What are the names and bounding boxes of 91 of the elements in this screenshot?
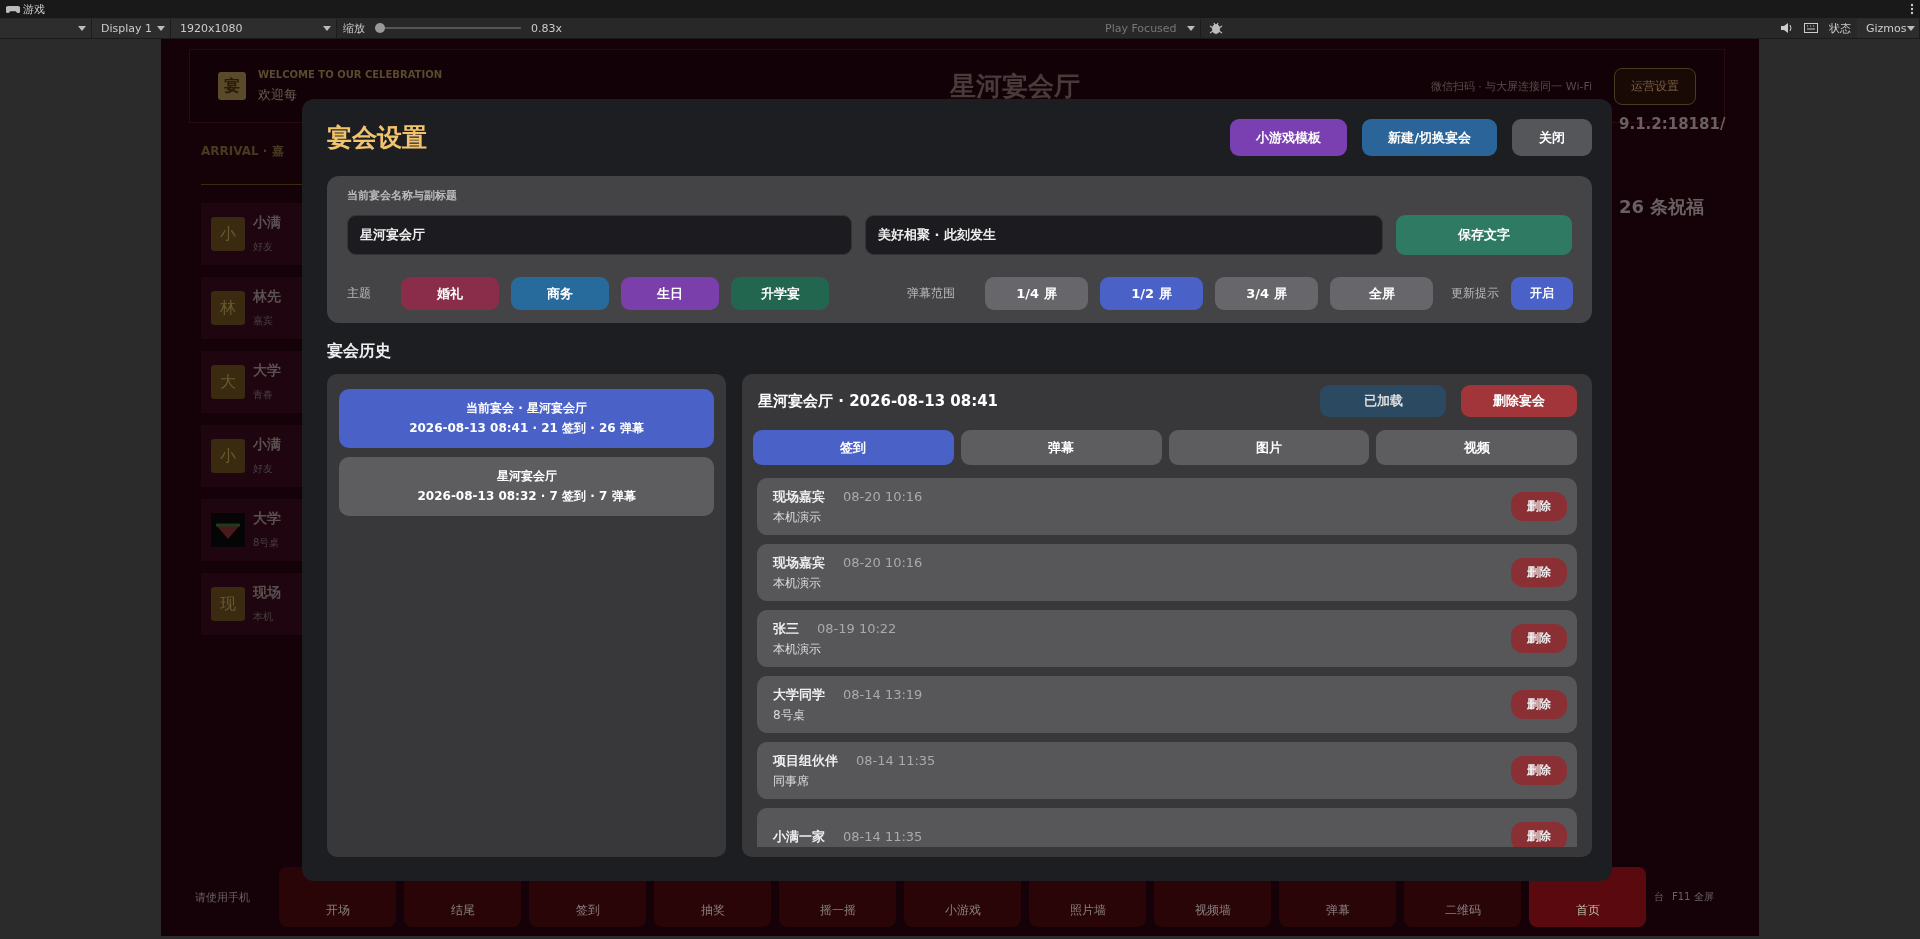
keyboard-icon[interactable]: [1804, 22, 1818, 34]
save-button[interactable]: 保存文字: [1396, 215, 1572, 255]
delete-button[interactable]: 删除: [1511, 558, 1567, 587]
detail-tab[interactable]: 签到: [753, 430, 954, 465]
record-name: 现场嘉宾: [773, 553, 825, 572]
history-item-title: 星河宴会厅: [496, 468, 557, 485]
history-title: 宴会历史: [327, 341, 392, 362]
play-mode-dropdown[interactable]: Play Focused: [1096, 18, 1201, 38]
history-item[interactable]: 当前宴会 · 星河宴会厅 2026-08-13 08:41 · 21 签到 · 26 弹幕: [339, 389, 714, 448]
record-name: 大学同学: [773, 685, 825, 704]
delete-event-button[interactable]: 删除宴会: [1461, 385, 1577, 417]
history-item-title: 当前宴会 · 星河宴会厅: [466, 400, 587, 417]
range-option[interactable]: 1/4 屏: [985, 277, 1088, 310]
detail-tab[interactable]: 图片: [1168, 430, 1370, 465]
footer-note: 台: [1654, 890, 1664, 904]
zoom-label: 缩放: [342, 20, 366, 36]
record-time: 08-14 11:35: [843, 828, 923, 844]
history-item-meta: 2026-08-13 08:32 · 7 签到 · 7 弹幕: [417, 488, 636, 505]
caret-icon: [78, 25, 86, 31]
ops-settings-button[interactable]: 运营设置: [1614, 67, 1696, 105]
section-label: 当前宴会名称与副标题: [347, 188, 458, 203]
subtitle-input[interactable]: 美好相聚 · 此刻发生: [865, 215, 1383, 255]
delete-button[interactable]: 删除: [1511, 690, 1567, 719]
record-name: 项目组伙伴: [773, 751, 838, 770]
record-time: 08-14 11:35: [856, 752, 936, 768]
history-item-meta: 2026-08-13 08:41 · 21 签到 · 26 弹幕: [409, 420, 644, 437]
speaker-icon[interactable]: [1780, 22, 1794, 34]
detail-tab[interactable]: 视频: [1376, 430, 1577, 465]
wishes-count: 26 条祝福: [1619, 195, 1705, 219]
caret-icon: [1906, 25, 1915, 31]
resolution-dropdown[interactable]: 1920x1080: [171, 18, 337, 38]
record-time: 08-20 10:16: [843, 554, 923, 570]
record-time: 08-14 13:19: [843, 686, 923, 702]
delete-button[interactable]: 删除: [1511, 822, 1567, 847]
header-button[interactable]: 新建/切换宴会: [1362, 119, 1497, 156]
record-note: 本机演示: [773, 574, 822, 592]
delete-button[interactable]: 删除: [1511, 756, 1567, 785]
record-time: 08-19 10:22: [817, 620, 897, 636]
detail-title: 星河宴会厅 · 2026-08-13 08:41: [758, 391, 999, 411]
gamepad-icon: [6, 4, 20, 14]
theme-chip[interactable]: 商务: [511, 277, 609, 310]
danmaku-range-label: 弹幕范围: [907, 285, 955, 302]
guest-name: 小满: [253, 214, 281, 232]
range-option[interactable]: 1/2 屏: [1100, 277, 1203, 310]
theme-chip[interactable]: 升学宴: [731, 277, 829, 310]
record-time: 08-20 10:16: [843, 488, 923, 504]
history-item[interactable]: 星河宴会厅 2026-08-13 08:32 · 7 签到 · 7 弹幕: [339, 457, 714, 516]
bug-icon[interactable]: [1209, 21, 1223, 35]
guest-name: 小满: [253, 436, 281, 454]
theme-label: 主题: [347, 285, 371, 302]
record-note: 本机演示: [773, 640, 822, 658]
game-tab[interactable]: 游戏: [6, 1, 45, 17]
range-option[interactable]: 3/4 屏: [1215, 277, 1318, 310]
display-dropdown[interactable]: Display 1: [92, 18, 171, 38]
hall-title: 星河宴会厅: [950, 69, 1080, 103]
caret-icon: [157, 25, 165, 31]
zoom-value: 0.83x: [530, 21, 563, 35]
record-note: 本机演示: [773, 508, 822, 526]
hint-text: 请使用手机: [195, 889, 251, 905]
caret-icon: [1187, 25, 1195, 31]
update-toggle[interactable]: 开启: [1511, 277, 1573, 310]
gizmos-dropdown[interactable]: Gizmos: [1857, 18, 1920, 38]
stats-button[interactable]: 状态: [1823, 20, 1857, 36]
range-option[interactable]: 全屏: [1330, 277, 1433, 310]
detail-tab[interactable]: 弹幕: [960, 430, 1162, 465]
slider-thumb[interactable]: [375, 23, 385, 33]
guest-name: 大学: [253, 362, 281, 380]
arrival-label: ARRIVAL · 嘉: [201, 143, 285, 160]
theme-chip[interactable]: 婚礼: [401, 277, 499, 310]
server-url: 9.1.2:18181/: [1619, 115, 1726, 133]
dialog-title: 宴会设置: [327, 122, 427, 154]
record-note: 同事席: [773, 772, 810, 790]
caret-icon: [323, 25, 331, 31]
greeting-text: 欢迎每: [258, 85, 298, 104]
header-button[interactable]: 小游戏模板: [1230, 119, 1348, 156]
guest-name: 林先: [253, 288, 281, 306]
delete-button[interactable]: 删除: [1511, 624, 1567, 653]
theme-chip[interactable]: 生日: [621, 277, 719, 310]
guest-name: 大学: [253, 510, 281, 528]
record-name: 现场嘉宾: [773, 487, 825, 506]
update-hint-label: 更新提示: [1451, 285, 1499, 302]
welcome-text: WELCOME TO OUR CELEBRATION: [258, 68, 443, 80]
name-input[interactable]: 星河宴会厅: [347, 215, 852, 255]
delete-button[interactable]: 删除: [1511, 492, 1567, 521]
more-menu-icon[interactable]: [1910, 3, 1914, 15]
record-name: 小满一家: [773, 827, 825, 846]
header-button[interactable]: 关闭: [1512, 119, 1592, 156]
guest-name: 现场: [253, 584, 281, 602]
footer-note: F11 全屏: [1672, 890, 1714, 904]
record-name: 张三: [773, 619, 799, 638]
record-note: 8号桌: [773, 706, 806, 724]
